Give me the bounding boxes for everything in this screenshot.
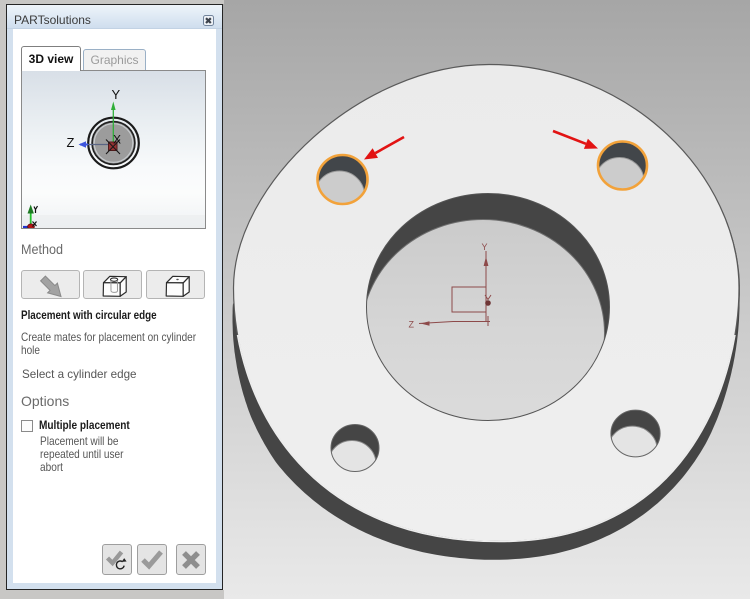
svg-text:Y: Y xyxy=(482,242,488,252)
svg-text:X: X xyxy=(113,133,121,147)
svg-text:Y: Y xyxy=(112,87,121,102)
svg-text:Z: Z xyxy=(409,320,415,330)
svg-text:Z: Z xyxy=(67,135,75,150)
